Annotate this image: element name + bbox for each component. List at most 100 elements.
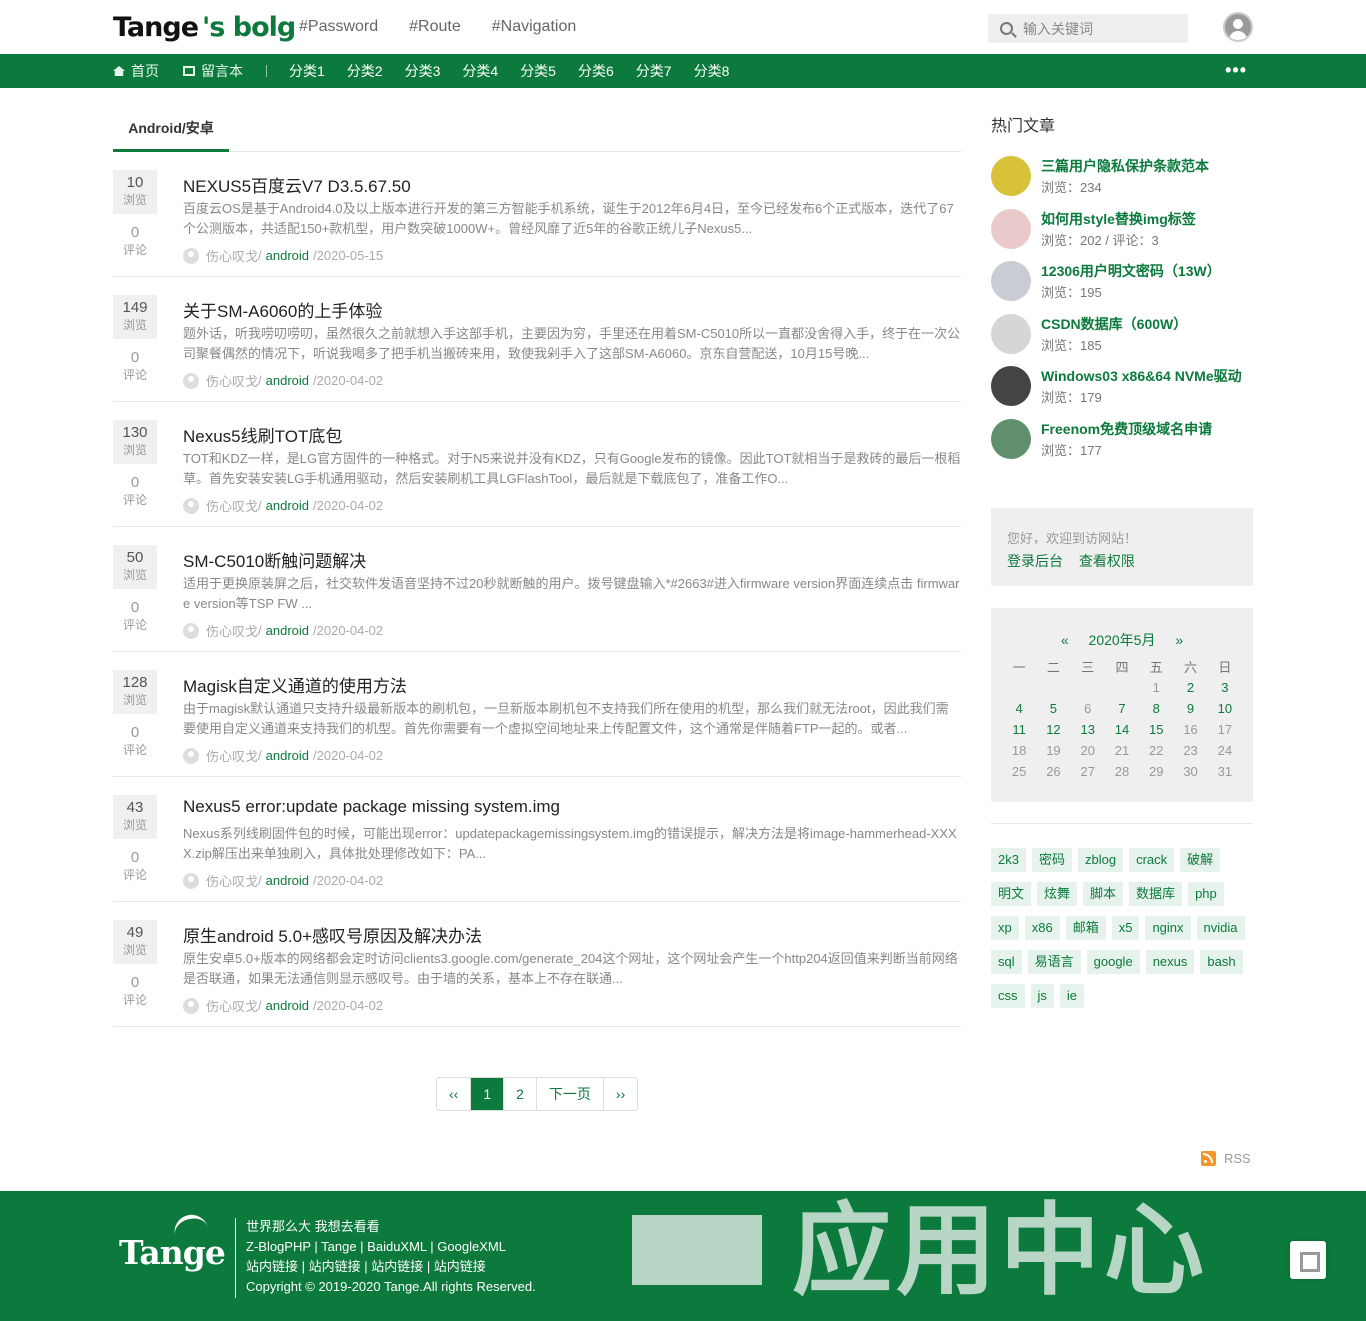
tag-item[interactable]: 明文 xyxy=(991,882,1032,906)
hot-item[interactable]: Freenom免费顶级域名申请 浏览：177 xyxy=(991,418,1253,472)
calendar-day[interactable]: 5 xyxy=(1036,698,1070,719)
post-author[interactable]: 伤心叹戈 xyxy=(206,996,258,1015)
calendar-day[interactable]: 12 xyxy=(1036,719,1070,740)
page-button[interactable]: ‹‹ xyxy=(437,1078,472,1110)
top-link[interactable]: #Route xyxy=(409,18,461,36)
nav-category[interactable]: 分类3 xyxy=(405,61,441,81)
more-icon[interactable]: ••• xyxy=(1225,61,1247,79)
post-category[interactable]: android xyxy=(266,998,309,1013)
tag-item[interactable]: 邮箱 xyxy=(1065,916,1106,940)
calendar-day[interactable]: 10 xyxy=(1208,698,1242,719)
tag-item[interactable]: x5 xyxy=(1111,916,1140,940)
footer-line[interactable]: Z-BlogPHP | Tange | BaiduXML | GoogleXML xyxy=(246,1237,536,1257)
tag-item[interactable]: bash xyxy=(1200,950,1243,974)
tag-item[interactable]: nexus xyxy=(1145,950,1195,974)
hot-item[interactable]: 如何用style替换img标签 浏览：202 / 评论：3 xyxy=(991,208,1253,262)
post-author[interactable]: 伤心叹戈 xyxy=(206,621,258,640)
tag-item[interactable]: 脚本 xyxy=(1083,882,1124,906)
tag-item[interactable]: sql xyxy=(991,950,1022,974)
tag-item[interactable]: crack xyxy=(1129,848,1175,872)
tag-item[interactable]: nvidia xyxy=(1196,916,1245,940)
post-author[interactable]: 伤心叹戈 xyxy=(206,746,258,765)
post-category[interactable]: android xyxy=(266,623,309,638)
calendar-prev[interactable]: « xyxy=(1061,632,1069,648)
top-link[interactable]: #Password xyxy=(299,18,378,36)
post-title[interactable]: Magisk自定义通道的使用方法 xyxy=(183,672,407,697)
tag-item[interactable]: 易语言 xyxy=(1027,950,1081,974)
post-category[interactable]: android xyxy=(266,373,309,388)
tag-item[interactable]: ie xyxy=(1059,984,1085,1008)
hot-title[interactable]: CSDN数据库（600W） xyxy=(1041,314,1187,334)
nav-category[interactable]: 分类4 xyxy=(462,61,498,81)
nav-category[interactable]: 分类7 xyxy=(636,61,672,81)
nav-category[interactable]: 分类5 xyxy=(520,61,556,81)
calendar-day[interactable]: 7 xyxy=(1105,698,1139,719)
tab-android[interactable]: Android/安卓 xyxy=(113,108,229,152)
post-title[interactable]: 原生android 5.0+感叹号原因及解决办法 xyxy=(183,922,482,947)
tag-item[interactable]: 密码 xyxy=(1031,848,1072,872)
page-button[interactable]: 下一页 xyxy=(537,1078,604,1110)
user-avatar[interactable] xyxy=(1223,12,1253,42)
tag-item[interactable]: 2k3 xyxy=(991,848,1026,872)
post-title[interactable]: NEXUS5百度云V7 D3.5.67.50 xyxy=(183,172,411,197)
tag-item[interactable]: css xyxy=(991,984,1025,1008)
calendar-day[interactable]: 4 xyxy=(1002,698,1036,719)
tag-item[interactable]: x86 xyxy=(1024,916,1060,940)
calendar-day[interactable]: 13 xyxy=(1071,719,1105,740)
tag-item[interactable]: js xyxy=(1030,984,1054,1008)
calendar-next[interactable]: » xyxy=(1175,632,1183,648)
tag-item[interactable]: 破解 xyxy=(1180,848,1221,872)
post-category[interactable]: android xyxy=(266,498,309,513)
qrcode-icon[interactable] xyxy=(1290,1241,1326,1279)
footer-line[interactable]: 站内链接 | 站内链接 | 站内链接 | 站内链接 xyxy=(246,1257,536,1277)
post-category[interactable]: android xyxy=(266,873,309,888)
post-category[interactable]: android xyxy=(266,748,309,763)
hot-item[interactable]: Windows03 x86&64 NVMe驱动 浏览：179 xyxy=(991,366,1253,419)
calendar-day[interactable]: 14 xyxy=(1105,719,1139,740)
calendar-day[interactable]: 8 xyxy=(1139,698,1173,719)
tag-item[interactable]: nginx xyxy=(1145,916,1191,940)
page-button[interactable]: ›› xyxy=(604,1078,637,1110)
tag-item[interactable]: zblog xyxy=(1077,848,1124,872)
tag-item[interactable]: 炫舞 xyxy=(1037,882,1078,906)
calendar-day[interactable]: 2 xyxy=(1173,677,1207,698)
hot-item[interactable]: 12306用户明文密码（13W） 浏览：195 xyxy=(991,261,1253,314)
post-title[interactable]: 关于SM-A6060的上手体验 xyxy=(183,297,382,322)
hot-title[interactable]: 如何用style替换img标签 xyxy=(1041,209,1196,229)
nav-category[interactable]: 分类2 xyxy=(347,61,383,81)
site-logo[interactable]: Tange 's bolg xyxy=(113,12,299,43)
post-title[interactable]: SM-C5010断触问题解决 xyxy=(183,547,366,572)
calendar-day[interactable]: 11 xyxy=(1002,719,1036,740)
tag-item[interactable]: google xyxy=(1086,950,1140,974)
search-input[interactable]: 输入关键词 xyxy=(988,14,1188,43)
hot-item[interactable]: 三篇用户隐私保护条款范本 浏览：234 xyxy=(991,156,1253,209)
hot-title[interactable]: Freenom免费顶级域名申请 xyxy=(1041,419,1212,439)
permission-link[interactable]: 查看权限 xyxy=(1079,553,1135,569)
nav-category[interactable]: 分类8 xyxy=(694,61,730,81)
calendar-day[interactable]: 9 xyxy=(1173,698,1207,719)
rss-link[interactable]: RSS xyxy=(1201,1151,1251,1166)
tag-item[interactable]: xp xyxy=(991,916,1019,940)
nav-category[interactable]: 分类1 xyxy=(289,61,325,81)
hot-title[interactable]: Windows03 x86&64 NVMe驱动 xyxy=(1041,366,1242,386)
post-title[interactable]: Nexus5线刷TOT底包 xyxy=(183,422,342,447)
hot-item[interactable]: CSDN数据库（600W） 浏览：185 xyxy=(991,313,1253,367)
post-title[interactable]: Nexus5 error:update package missing syst… xyxy=(183,797,560,817)
nav-category[interactable]: 分类6 xyxy=(578,61,614,81)
calendar-day[interactable]: 3 xyxy=(1208,677,1242,698)
post-author[interactable]: 伤心叹戈 xyxy=(206,371,258,390)
page-button[interactable]: 2 xyxy=(504,1078,537,1110)
nav-home[interactable]: 首页 xyxy=(113,61,159,81)
hot-title[interactable]: 12306用户明文密码（13W） xyxy=(1041,261,1221,281)
post-author[interactable]: 伤心叹戈 xyxy=(206,246,258,265)
page-button[interactable]: 1 xyxy=(471,1078,505,1110)
post-author[interactable]: 伤心叹戈 xyxy=(206,496,258,515)
top-link[interactable]: #Navigation xyxy=(492,18,577,36)
tag-item[interactable]: php xyxy=(1188,882,1224,906)
tag-item[interactable]: 数据库 xyxy=(1129,882,1183,906)
hot-title[interactable]: 三篇用户隐私保护条款范本 xyxy=(1041,156,1209,176)
calendar-day[interactable]: 15 xyxy=(1139,719,1173,740)
footer-line[interactable]: Copyright © 2019-2020 Tange.All rights R… xyxy=(246,1277,536,1297)
nav-guestbook[interactable]: 留言本 xyxy=(183,61,243,81)
post-category[interactable]: android xyxy=(266,248,309,263)
